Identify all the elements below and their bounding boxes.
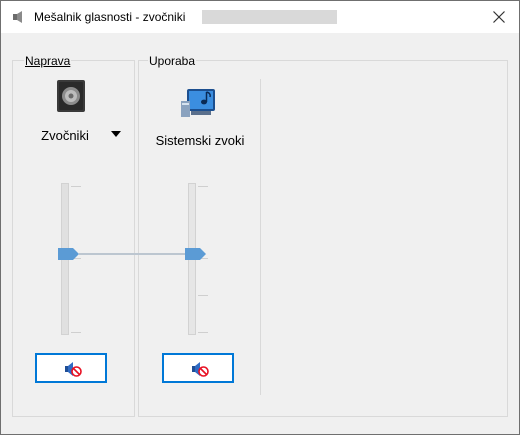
app-mute-button[interactable] bbox=[162, 353, 234, 383]
tick bbox=[71, 332, 81, 333]
speaker-icon[interactable] bbox=[56, 79, 86, 113]
apps-section-label: Uporaba bbox=[148, 54, 197, 68]
chevron-down-icon[interactable] bbox=[111, 131, 121, 137]
window-title: Mešalnik glasnosti - zvočniki bbox=[34, 10, 186, 24]
device-section-label: Naprava bbox=[24, 54, 72, 68]
volume-mixer-window: Mešalnik glasnosti - zvočniki Naprava Up… bbox=[0, 0, 520, 435]
volume-link-line bbox=[79, 253, 187, 255]
muted-speaker-icon bbox=[192, 362, 209, 377]
title-bar: Mešalnik glasnosti - zvočniki bbox=[1, 1, 519, 33]
close-button[interactable] bbox=[485, 4, 513, 30]
muted-speaker-icon bbox=[65, 362, 82, 377]
app-volume-slider-thumb[interactable] bbox=[185, 248, 206, 260]
redacted-area bbox=[202, 10, 337, 24]
tick bbox=[198, 332, 208, 333]
device-name[interactable]: Zvočniki bbox=[21, 128, 109, 143]
speaker-title-icon bbox=[13, 11, 22, 23]
app-name: Sistemski zvoki bbox=[155, 133, 245, 148]
tick bbox=[198, 295, 208, 296]
tick bbox=[71, 186, 81, 187]
device-volume-slider-thumb[interactable] bbox=[58, 248, 79, 260]
tick bbox=[198, 186, 208, 187]
close-icon bbox=[493, 11, 505, 23]
device-mute-button[interactable] bbox=[35, 353, 107, 383]
system-sounds-icon[interactable] bbox=[179, 83, 221, 121]
